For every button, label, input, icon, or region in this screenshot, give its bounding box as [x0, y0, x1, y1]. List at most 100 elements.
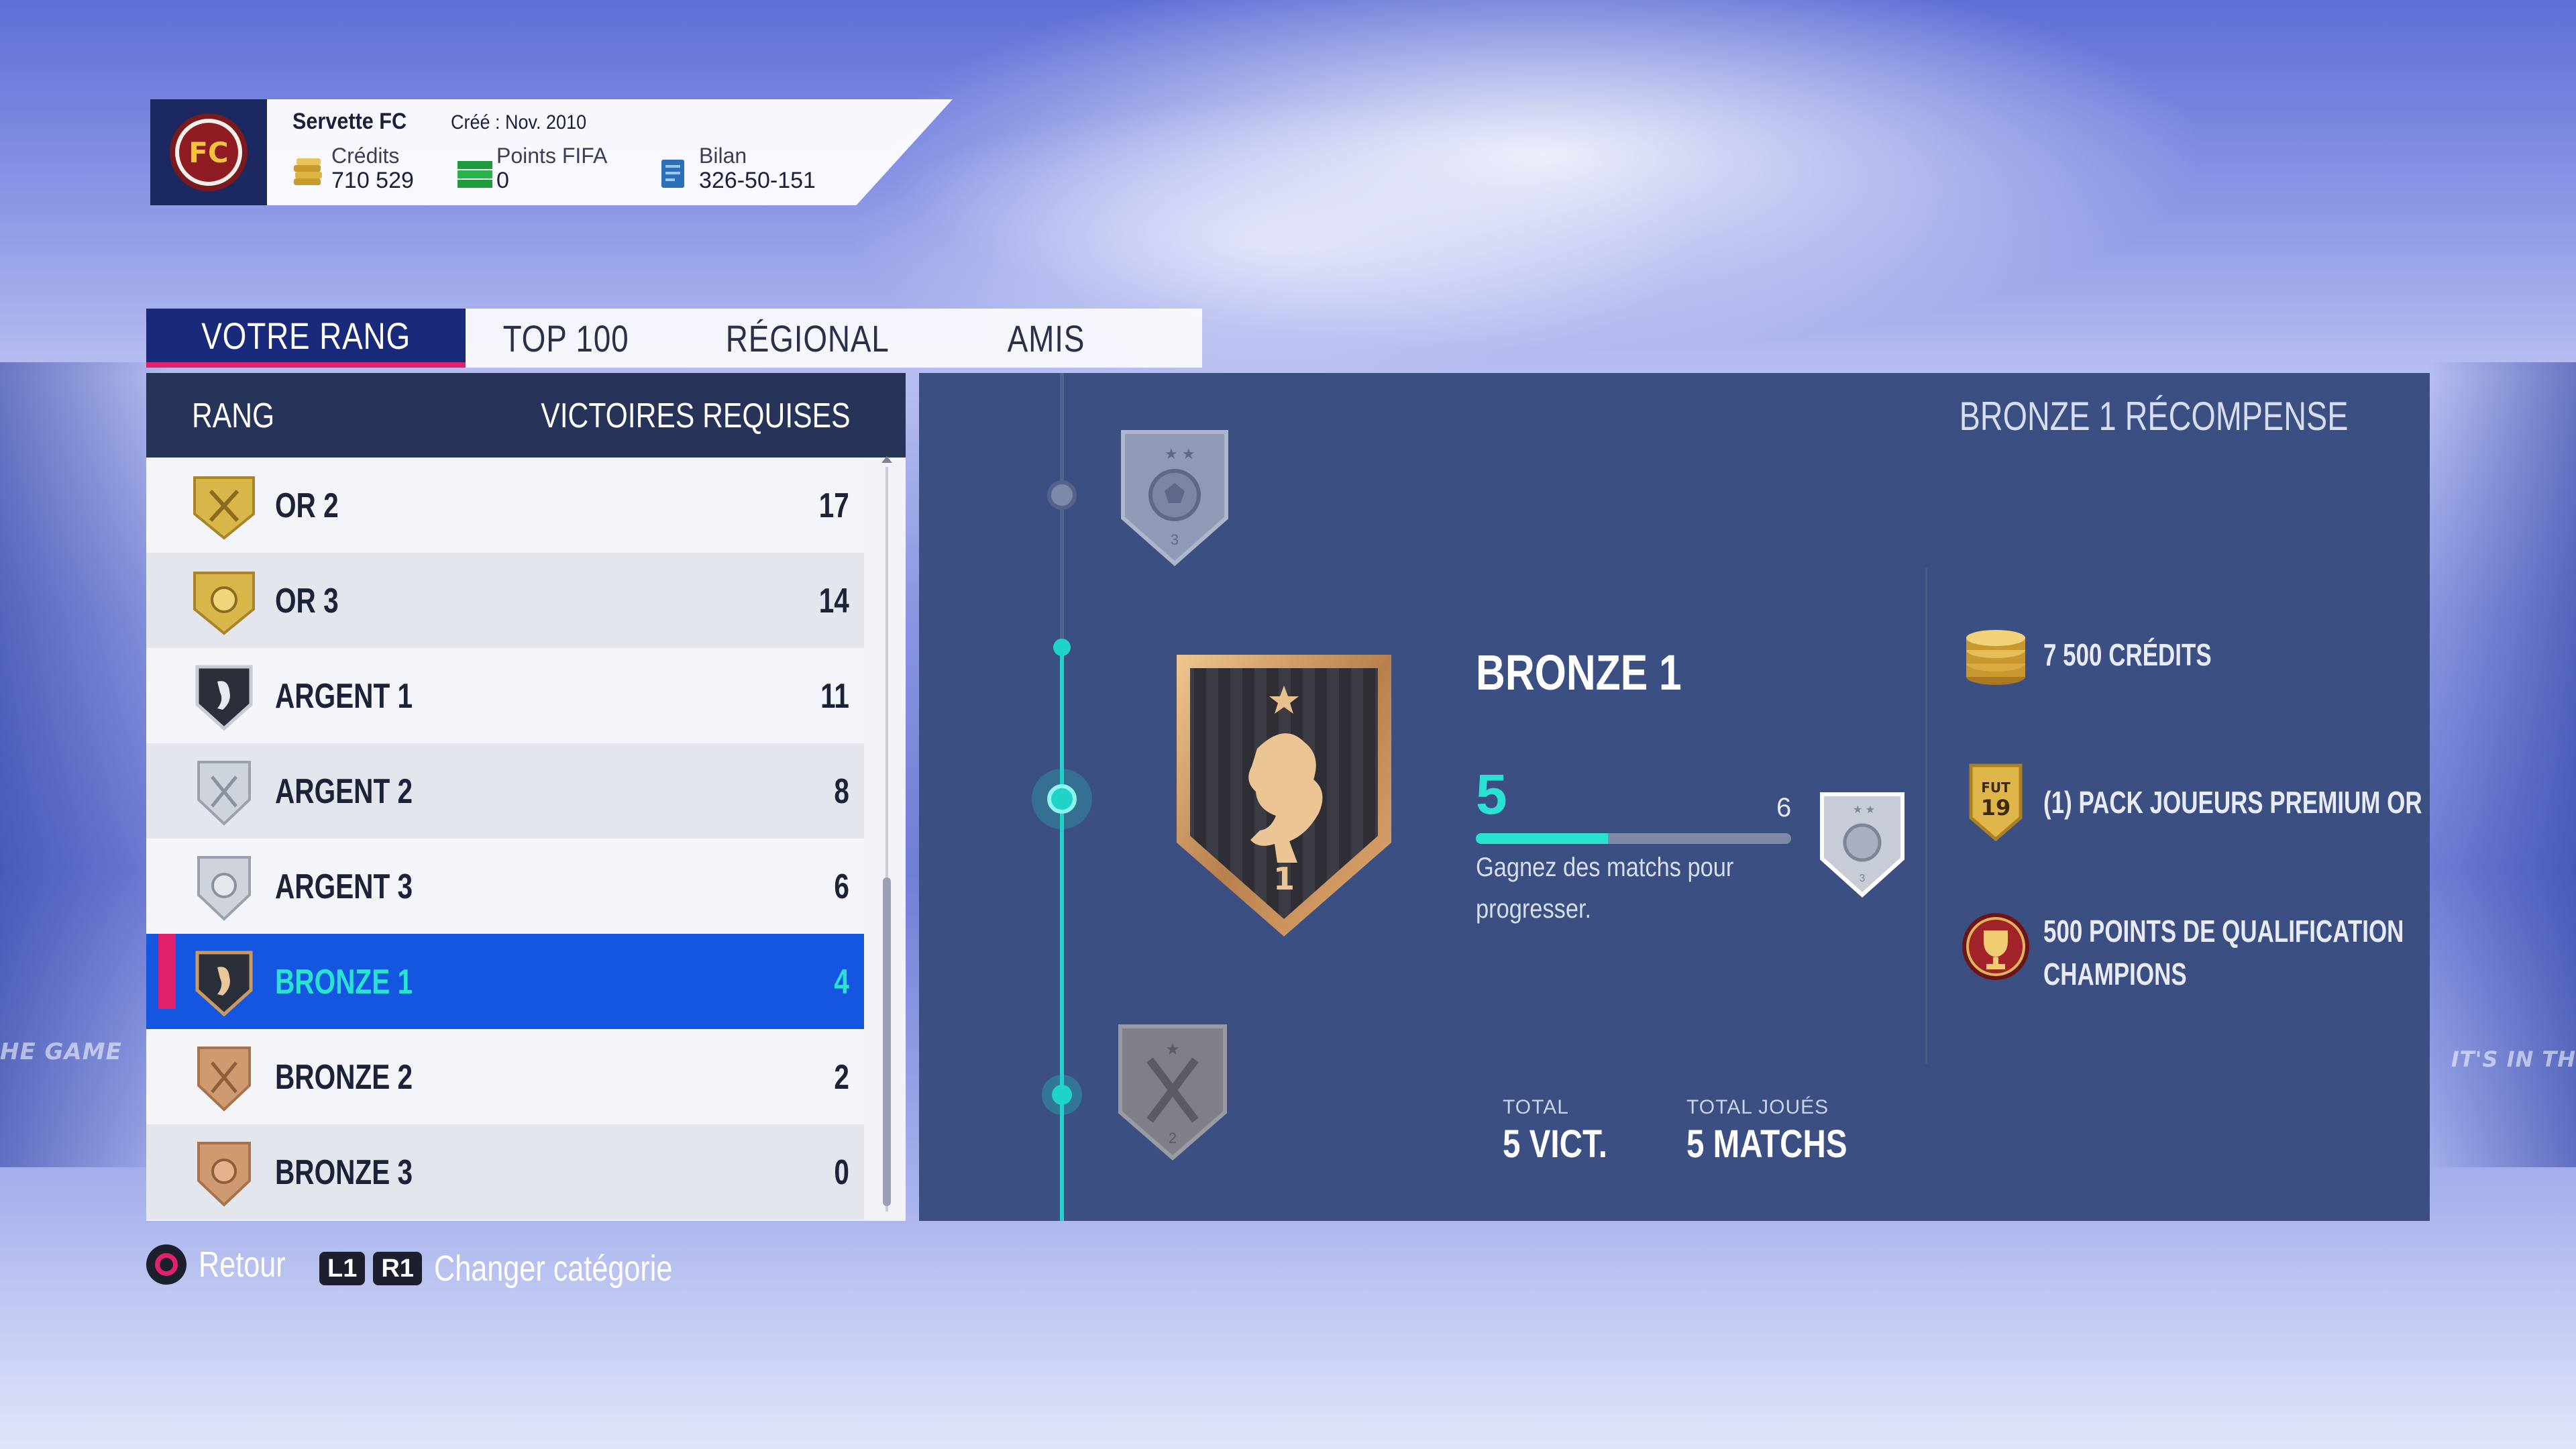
progress-current-wins: 5	[1476, 763, 1507, 826]
change-category-control[interactable]: L1 R1 Changer catégorie	[319, 1248, 732, 1289]
stat-credits-value: 710 529	[331, 168, 414, 193]
timeline-node-next	[1047, 480, 1077, 510]
next-rank-badge-icon: ★ ★ 3	[1121, 430, 1228, 567]
svg-text:2: 2	[1169, 1130, 1177, 1146]
rank-row-bronze-2[interactable]: BRONZE 2 2	[146, 1029, 864, 1124]
silver-badge-icon	[191, 757, 258, 826]
club-badge: FC	[150, 99, 267, 205]
change-category-label: Changer catégorie	[433, 1248, 673, 1289]
tab-votre-rang[interactable]: VOTRE RANG	[146, 309, 466, 368]
reward-divider	[1925, 568, 1927, 1064]
selected-marker	[158, 934, 176, 1009]
header-rank: RANG	[192, 396, 275, 435]
reward-pack-text: (1) PACK JOUEURS PREMIUM OR	[2043, 785, 2422, 820]
category-tabs: VOTRE RANG TOP 100 RÉGIONAL AMIS	[146, 309, 1202, 368]
previous-rank-badge-icon: ★ 2	[1118, 1024, 1227, 1161]
svg-text:3: 3	[1860, 873, 1866, 884]
coins-stack-icon	[1959, 620, 2033, 694]
background-banner-text-left: HE GAME	[0, 1038, 122, 1065]
rank-row-argent-2[interactable]: ARGENT 2 8	[146, 743, 864, 839]
timeline-line-upcoming	[1060, 373, 1064, 648]
reward-title: BRONZE 1 RÉCOMPENSE	[1959, 394, 2348, 439]
club-created-date: Créé : Nov. 2010	[451, 111, 587, 133]
rank-wins-required: 0	[834, 1153, 849, 1192]
total-wins-value: 5 VICT.	[1503, 1122, 1607, 1166]
r1-button-icon: R1	[373, 1252, 422, 1285]
total-played-label: TOTAL JOUÉS	[1686, 1096, 1829, 1118]
header-wins-required: VICTOIRES REQUISES	[541, 396, 851, 435]
next-rank-mini-badge-icon: ★ ★ 3	[1820, 792, 1904, 898]
rank-name: ARGENT 3	[275, 867, 413, 906]
circle-button-icon	[146, 1244, 186, 1285]
timeline-node-small	[1053, 639, 1071, 656]
rank-wins-required: 17	[818, 486, 849, 525]
timeline-node-current	[1032, 769, 1092, 829]
reward-credits-text: 7 500 CRÉDITS	[2043, 637, 2212, 672]
total-wins: TOTAL 5 VICT.	[1503, 1096, 1630, 1167]
rank-wins-required: 11	[820, 677, 849, 716]
tab-amis[interactable]: AMIS	[949, 309, 1143, 368]
total-played-value: 5 MATCHS	[1686, 1122, 1847, 1166]
rank-row-bronze-1[interactable]: BRONZE 1 4	[146, 934, 864, 1029]
rank-name: BRONZE 1	[275, 963, 413, 1002]
rank-name: BRONZE 3	[275, 1153, 413, 1192]
svg-text:★ ★: ★ ★	[1853, 804, 1875, 816]
rank-row-or-2[interactable]: OR 2 17	[146, 458, 864, 553]
bronze-lion-badge-icon	[191, 947, 258, 1017]
silver-lion-badge-icon	[191, 661, 258, 731]
scroll-thumb[interactable]	[883, 877, 891, 1206]
rank-row-or-3[interactable]: OR 3 14	[146, 553, 864, 648]
club-name: Servette FC	[292, 109, 407, 134]
rank-progress-bar	[1476, 833, 1791, 844]
rank-row-argent-3[interactable]: ARGENT 3 6	[146, 839, 864, 934]
tab-regional[interactable]: RÉGIONAL	[667, 309, 949, 368]
back-control[interactable]: Retour	[146, 1244, 307, 1285]
progress-hint: Gagnez des matchs pour progresser.	[1476, 853, 1734, 924]
rank-name: OR 2	[275, 486, 339, 525]
stat-credits-label: Crédits	[331, 144, 400, 168]
timeline-line-progress	[1060, 648, 1064, 1221]
rank-progress-fill	[1476, 833, 1609, 844]
fut-pack-icon: FUT 19	[1959, 763, 2033, 842]
rank-wins-required: 4	[834, 963, 849, 1002]
svg-text:1: 1	[1273, 861, 1295, 897]
bronze-badge-icon	[191, 1042, 258, 1112]
stat-fifa-points-value: 0	[496, 168, 509, 193]
gold-badge-icon	[191, 566, 258, 636]
rank-wins-required: 6	[834, 867, 849, 906]
rank-wins-required: 8	[834, 772, 849, 811]
background-banner-text-right: IT'S IN TH	[2451, 1046, 2576, 1072]
club-info-card: FC Servette FC Créé : Nov. 2010 Crédits …	[150, 99, 953, 205]
current-rank-name: BRONZE 1	[1476, 645, 1682, 700]
stat-record-label: Bilan	[699, 144, 747, 168]
club-crest-icon: FC	[170, 113, 248, 191]
stat-record-value: 326-50-151	[699, 168, 816, 193]
rank-list-panel: RANG VICTOIRES REQUISES OR 2 17 OR 3 14 …	[146, 373, 906, 1221]
svg-text:19: 19	[1981, 795, 2011, 820]
silver-badge-icon	[191, 852, 258, 922]
trophy-icon	[1959, 910, 2033, 983]
bronze-badge-icon	[191, 1138, 258, 1208]
rank-list-header: RANG VICTOIRES REQUISES	[146, 373, 906, 458]
coins-icon	[294, 158, 322, 185]
svg-text:FC: FC	[189, 136, 229, 169]
rank-name: ARGENT 2	[275, 772, 413, 811]
back-label: Retour	[199, 1244, 286, 1285]
record-icon	[661, 160, 684, 188]
rank-wins-required: 14	[818, 582, 849, 621]
scroll-up-arrow-icon	[881, 456, 892, 463]
rank-detail-panel: BRONZE 1 RÉCOMPENSE ★ ★ 3 1 ★ 2 BRONZE 1…	[919, 373, 2430, 1221]
stat-fifa-points-label: Points FIFA	[496, 144, 608, 168]
gold-badge-icon	[191, 471, 258, 541]
rank-wins-required: 2	[834, 1058, 849, 1097]
rank-row-argent-1[interactable]: ARGENT 1 11	[146, 648, 864, 743]
svg-text:3: 3	[1171, 531, 1179, 548]
total-played: TOTAL JOUÉS 5 MATCHS	[1686, 1096, 1882, 1167]
total-wins-label: TOTAL	[1503, 1096, 1569, 1118]
tab-top-100[interactable]: TOP 100	[466, 309, 667, 368]
current-rank-badge-icon: 1	[1177, 655, 1391, 936]
timeline-node-previous	[1042, 1075, 1082, 1115]
rank-list-scrollbar[interactable]	[881, 456, 892, 1212]
rank-row-bronze-3[interactable]: BRONZE 3 0	[146, 1124, 864, 1220]
rank-name: ARGENT 1	[275, 677, 413, 716]
